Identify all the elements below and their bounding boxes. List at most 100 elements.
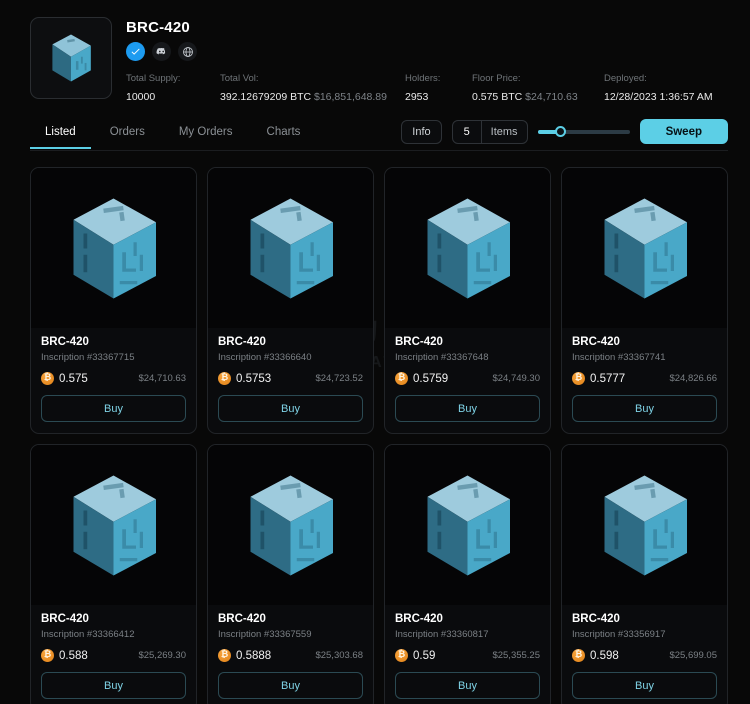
- listing-price-btc: 0.59: [413, 650, 435, 662]
- listing-image: [31, 445, 196, 605]
- collection-thumbnail: [30, 17, 112, 99]
- info-button[interactable]: Info: [401, 120, 441, 144]
- slider-knob[interactable]: [555, 126, 566, 137]
- listing-inscription: Inscription #33367648: [395, 352, 540, 363]
- collection-name: BRC-420: [126, 19, 728, 36]
- buy-button[interactable]: Buy: [572, 672, 717, 699]
- listing-card[interactable]: BRC-420 Inscription #33366640 ₿ 0.5753 $…: [207, 167, 374, 434]
- collection-header: BRC-420 Total Supply: 10000: [30, 17, 728, 103]
- tab-charts[interactable]: Charts: [252, 120, 316, 149]
- listing-card[interactable]: BRC-420 Inscription #33366412 ₿ 0.588 $2…: [30, 444, 197, 704]
- tab-listed[interactable]: Listed: [30, 120, 91, 149]
- toolbar: Listed Orders My Orders Charts Info Item…: [30, 119, 728, 151]
- stat-label: Total Supply:: [126, 73, 220, 84]
- listing-image: [208, 445, 373, 605]
- marketplace-page: 律动 BLOCKBEATS BRC-420: [0, 0, 750, 704]
- stat-holders: Holders: 2953: [405, 73, 472, 103]
- listing-image: [562, 445, 727, 605]
- bitcoin-icon: ₿: [218, 649, 231, 662]
- listing-title: BRC-420: [572, 336, 717, 348]
- listing-image: [208, 168, 373, 328]
- listing-price-usd: $24,826.66: [669, 373, 717, 384]
- listing-body: BRC-420 Inscription #33367559 ₿ 0.5888 $…: [208, 605, 373, 704]
- stat-total-supply: Total Supply: 10000: [126, 73, 220, 103]
- stat-total-vol: Total Vol: 392.12679209 BTC $16,851,648.…: [220, 73, 405, 103]
- listing-price-usd: $25,355.25: [492, 650, 540, 661]
- blue-cube-icon: [582, 186, 707, 311]
- listing-price-row: ₿ 0.5753 $24,723.52: [218, 372, 363, 385]
- listing-price-btc: 0.588: [59, 650, 88, 662]
- listing-title: BRC-420: [41, 336, 186, 348]
- tab-bar: Listed Orders My Orders Charts: [30, 120, 315, 149]
- listing-price-usd: $24,723.52: [315, 373, 363, 384]
- listing-price-btc: 0.5759: [413, 373, 448, 385]
- listing-title: BRC-420: [572, 613, 717, 625]
- listing-price-btc: 0.5777: [590, 373, 625, 385]
- listing-body: BRC-420 Inscription #33360817 ₿ 0.59 $25…: [385, 605, 550, 704]
- buy-button[interactable]: Buy: [395, 395, 540, 422]
- sweep-button[interactable]: Sweep: [640, 119, 728, 144]
- listing-body: BRC-420 Inscription #33367648 ₿ 0.5759 $…: [385, 328, 550, 433]
- items-count-input[interactable]: [453, 121, 481, 143]
- listing-price-btc: 0.5888: [236, 650, 271, 662]
- listing-price-usd: $25,699.05: [669, 650, 717, 661]
- listing-card[interactable]: BRC-420 Inscription #33367715 ₿ 0.575 $2…: [30, 167, 197, 434]
- listings-grid: BRC-420 Inscription #33367715 ₿ 0.575 $2…: [30, 167, 728, 704]
- buy-button[interactable]: Buy: [41, 672, 186, 699]
- blue-cube-icon: [51, 463, 176, 588]
- listing-card[interactable]: BRC-420 Inscription #33356917 ₿ 0.598 $2…: [561, 444, 728, 704]
- listing-body: BRC-420 Inscription #33356917 ₿ 0.598 $2…: [562, 605, 727, 704]
- listing-title: BRC-420: [395, 336, 540, 348]
- listing-inscription: Inscription #33366640: [218, 352, 363, 363]
- listing-body: BRC-420 Inscription #33366640 ₿ 0.5753 $…: [208, 328, 373, 433]
- listing-title: BRC-420: [395, 613, 540, 625]
- listing-title: BRC-420: [218, 336, 363, 348]
- listing-price-usd: $24,710.63: [138, 373, 186, 384]
- listing-inscription: Inscription #33366412: [41, 629, 186, 640]
- stat-value: 10000: [126, 91, 155, 103]
- listing-price-btc: 0.598: [590, 650, 619, 662]
- tab-orders[interactable]: Orders: [95, 120, 160, 149]
- buy-button[interactable]: Buy: [218, 395, 363, 422]
- tab-my-orders[interactable]: My Orders: [164, 120, 248, 149]
- listing-price-usd: $25,269.30: [138, 650, 186, 661]
- buy-button[interactable]: Buy: [41, 395, 186, 422]
- collection-stats: Total Supply: 10000 Total Vol: 392.12679…: [126, 73, 728, 103]
- listing-price-row: ₿ 0.598 $25,699.05: [572, 649, 717, 662]
- blue-cube-icon: [582, 463, 707, 588]
- website-globe-icon[interactable]: [178, 42, 197, 61]
- bitcoin-icon: ₿: [572, 649, 585, 662]
- blue-cube-icon: [51, 186, 176, 311]
- bitcoin-icon: ₿: [395, 649, 408, 662]
- listing-price-row: ₿ 0.5777 $24,826.66: [572, 372, 717, 385]
- sweep-slider[interactable]: [538, 120, 630, 144]
- stat-value: 2953: [405, 91, 428, 103]
- listing-image: [562, 168, 727, 328]
- stat-label: Deployed:: [604, 73, 750, 84]
- listing-card[interactable]: BRC-420 Inscription #33367559 ₿ 0.5888 $…: [207, 444, 374, 704]
- listing-card[interactable]: BRC-420 Inscription #33367648 ₿ 0.5759 $…: [384, 167, 551, 434]
- twitter-verified-icon[interactable]: [126, 42, 145, 61]
- buy-button[interactable]: Buy: [572, 395, 717, 422]
- discord-icon[interactable]: [152, 42, 171, 61]
- listing-card[interactable]: BRC-420 Inscription #33367741 ₿ 0.5777 $…: [561, 167, 728, 434]
- listing-price-usd: $25,303.68: [315, 650, 363, 661]
- sweep-controls: Info Items Sweep: [401, 119, 728, 150]
- stat-value: 392.12679209 BTC: [220, 91, 311, 103]
- listing-image: [31, 168, 196, 328]
- bitcoin-icon: ₿: [572, 372, 585, 385]
- buy-button[interactable]: Buy: [395, 672, 540, 699]
- stat-value-usd: $16,851,648.89: [314, 91, 387, 103]
- stat-value: 12/28/2023 1:36:57 AM: [604, 91, 713, 103]
- stat-label: Floor Price:: [472, 73, 604, 84]
- listing-price-row: ₿ 0.59 $25,355.25: [395, 649, 540, 662]
- buy-button[interactable]: Buy: [218, 672, 363, 699]
- listing-price-row: ₿ 0.5888 $25,303.68: [218, 649, 363, 662]
- listing-card[interactable]: BRC-420 Inscription #33360817 ₿ 0.59 $25…: [384, 444, 551, 704]
- listing-inscription: Inscription #33360817: [395, 629, 540, 640]
- blue-cube-icon: [405, 463, 530, 588]
- items-field-group[interactable]: Items: [452, 120, 528, 144]
- stat-value: 0.575 BTC: [472, 91, 522, 103]
- items-label: Items: [482, 126, 527, 138]
- stat-deployed: Deployed: 12/28/2023 1:36:57 AM: [604, 73, 750, 103]
